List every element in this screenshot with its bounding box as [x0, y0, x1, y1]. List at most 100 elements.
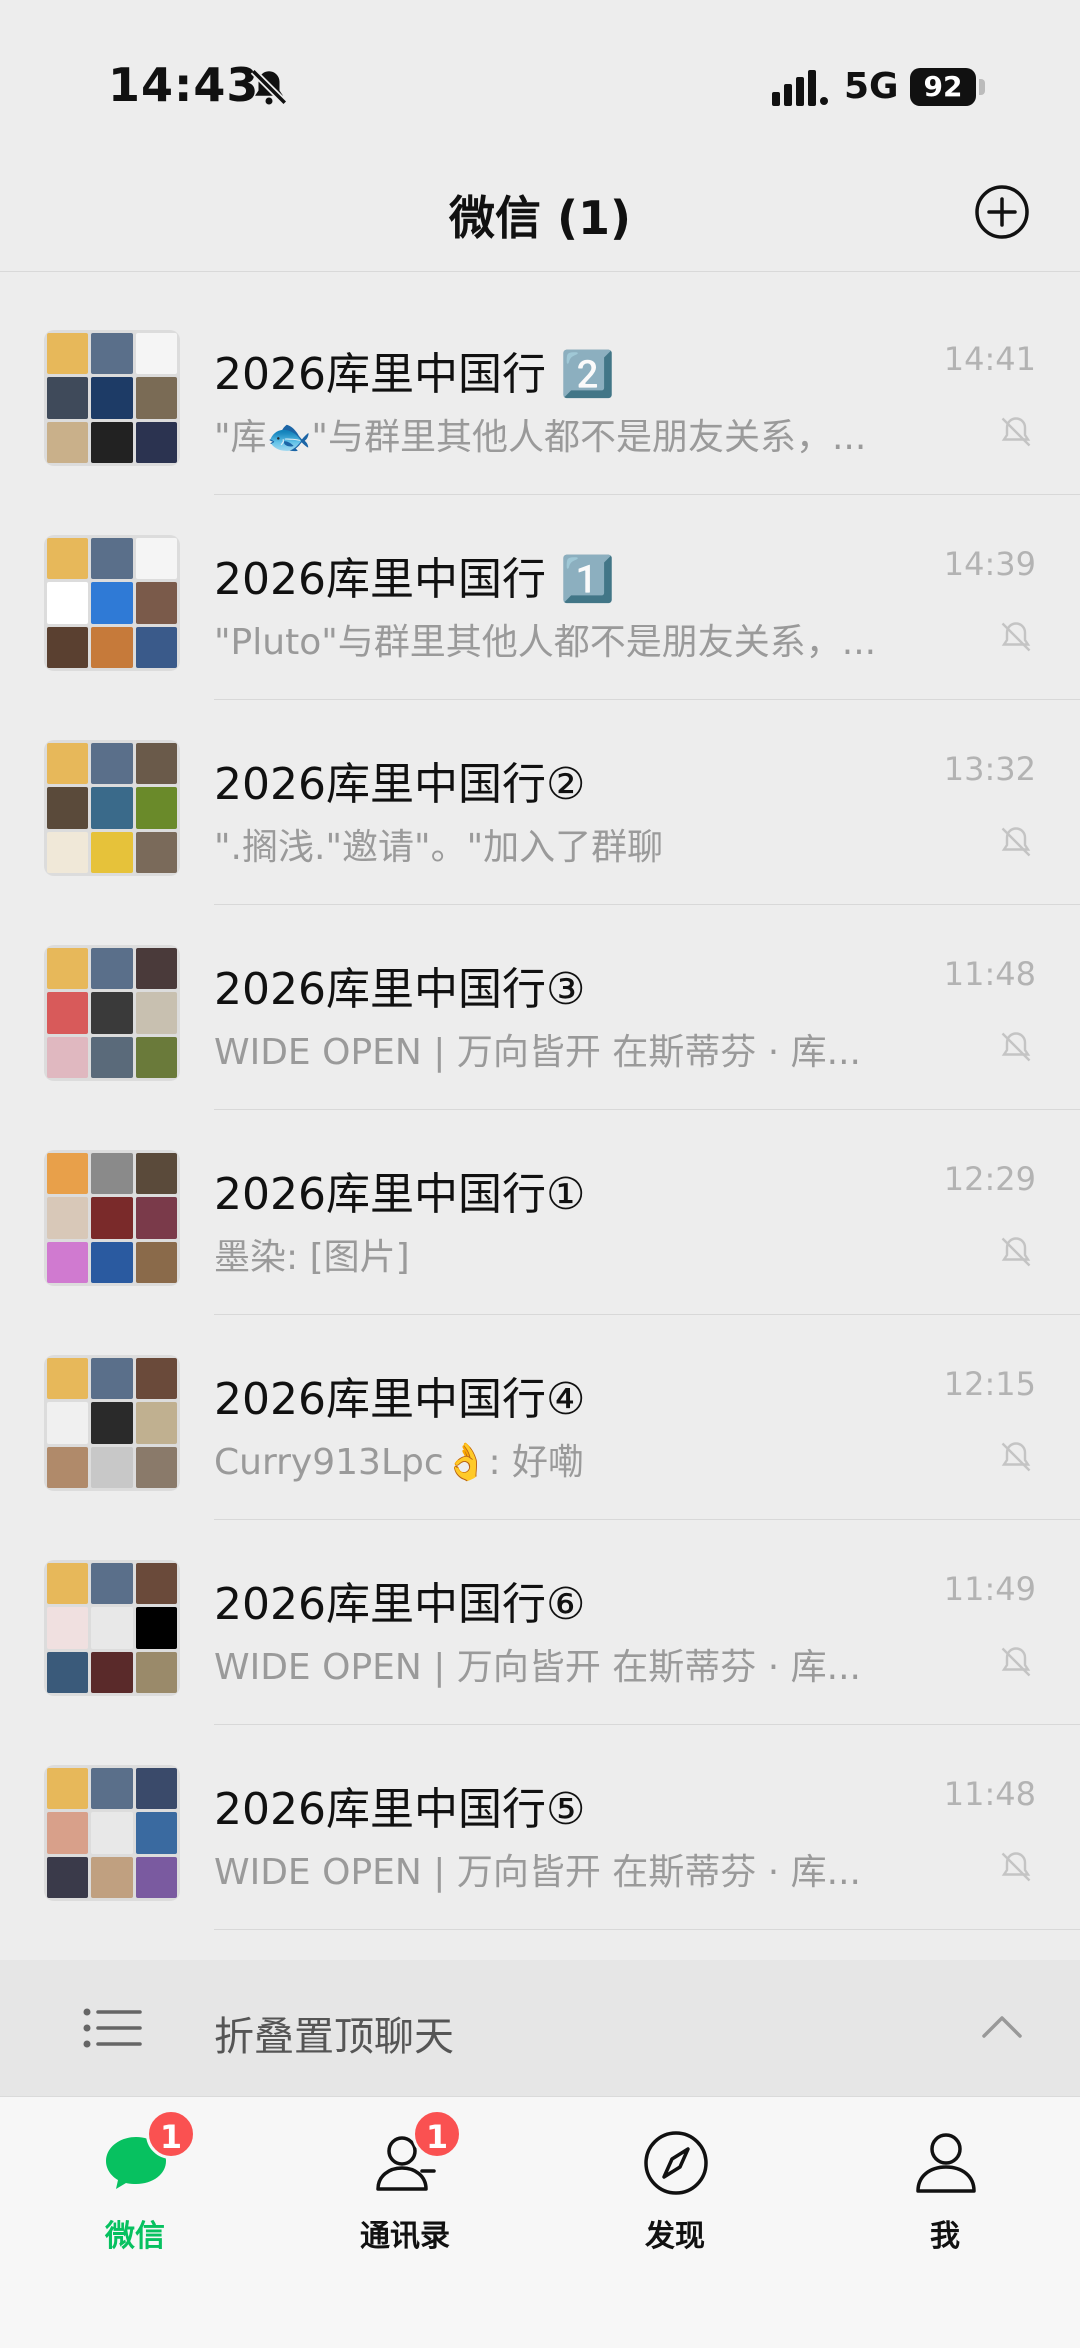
chat-row[interactable]: 2026库里中国行④ Curry913Lpc👌: 好嘞 12:15 — [0, 1315, 1080, 1520]
avatar-tile — [47, 1651, 89, 1693]
tab-me[interactable]: 我 — [810, 2097, 1080, 2297]
avatar-tile — [91, 1563, 133, 1605]
chat-preview: "Pluto"与群里其他人都不是朋友关系，... — [214, 622, 877, 663]
chat-name: 2026库里中国行② — [214, 759, 586, 810]
avatar-tile — [91, 1197, 133, 1239]
avatar-tile — [47, 831, 89, 873]
chat-row[interactable]: 2026库里中国行 1️⃣ "Pluto"与群里其他人都不是朋友关系，... 1… — [0, 495, 1080, 700]
tab-label: 发现 — [645, 2219, 705, 2254]
chat-time: 14:39 — [943, 545, 1036, 583]
status-bar: 14:43 5G 92 — [0, 0, 1080, 150]
avatar-tile — [47, 992, 89, 1034]
avatar-tile — [135, 1036, 177, 1078]
folded-pinned-label: 折叠置顶聊天 — [214, 2014, 454, 2060]
avatar-tile — [47, 421, 89, 463]
compass-icon — [644, 2131, 708, 2195]
chat-name: 2026库里中国行⑥ — [214, 1579, 586, 1630]
group-avatar — [44, 740, 180, 876]
avatar-tile — [91, 421, 133, 463]
tab-bar: 1 微信 1 通讯录 发现 我 — [0, 2096, 1080, 2348]
avatar-tile — [91, 377, 133, 419]
avatar-tile — [91, 1651, 133, 1693]
chat-list: 2026库里中国行 2️⃣ "库🐟"与群里其他人都不是朋友关系，... 14:4… — [0, 290, 1080, 1930]
group-avatar — [44, 1355, 180, 1491]
avatar-tile — [135, 1402, 177, 1444]
mute-bell-icon — [1001, 1442, 1031, 1472]
avatar-tile — [91, 1402, 133, 1444]
avatar-tile — [47, 582, 89, 624]
chat-preview: WIDE OPEN | 万向皆开 在斯蒂芬 · 库... — [214, 1852, 861, 1893]
avatar-tile — [91, 538, 133, 580]
avatar-tile — [135, 831, 177, 873]
mute-bell-icon — [1001, 1237, 1031, 1267]
network-label: 5G — [844, 66, 899, 107]
mute-bell-icon — [1001, 827, 1031, 857]
chevron-up-icon[interactable] — [980, 2010, 1024, 2042]
avatar-tile — [91, 1036, 133, 1078]
mute-bell-icon — [1001, 1032, 1031, 1062]
avatar-tile — [47, 1358, 89, 1400]
avatar-tile — [91, 1153, 133, 1195]
avatar-tile — [91, 948, 133, 990]
avatar-tile — [135, 1563, 177, 1605]
chat-time: 11:48 — [943, 955, 1036, 993]
avatar-tile — [135, 1651, 177, 1693]
avatar-tile — [47, 1563, 89, 1605]
battery-tip — [979, 79, 985, 95]
chat-time: 12:15 — [943, 1365, 1036, 1403]
folded-pinned-chats[interactable]: 折叠置顶聊天 — [0, 1960, 1080, 2096]
add-plus-icon[interactable] — [974, 184, 1030, 240]
avatar-tile — [135, 743, 177, 785]
page-title: 微信 (1) — [448, 191, 632, 245]
group-avatar — [44, 330, 180, 466]
chat-time: 13:32 — [943, 750, 1036, 788]
chat-name: 2026库里中国行④ — [214, 1374, 586, 1425]
avatar-tile — [91, 1768, 133, 1810]
chat-row[interactable]: 2026库里中国行⑤ WIDE OPEN | 万向皆开 在斯蒂芬 · 库... … — [0, 1725, 1080, 1930]
chat-preview: ".搁浅."邀请"。"加入了群聊 — [214, 827, 664, 868]
signal-icon — [772, 70, 828, 106]
battery-indicator: 92 — [910, 68, 976, 106]
avatar-tile — [47, 626, 89, 668]
chat-time: 11:48 — [943, 1775, 1036, 1813]
chat-row[interactable]: 2026库里中国行⑥ WIDE OPEN | 万向皆开 在斯蒂芬 · 库... … — [0, 1520, 1080, 1725]
avatar-tile — [135, 538, 177, 580]
avatar-tile — [135, 1358, 177, 1400]
avatar-tile — [135, 1812, 177, 1854]
mute-bell-icon — [1001, 622, 1031, 652]
status-time: 14:43 — [108, 58, 260, 112]
avatar-tile — [47, 1856, 89, 1898]
tab-chats[interactable]: 1 微信 — [0, 2097, 270, 2297]
chat-row[interactable]: 2026库里中国行③ WIDE OPEN | 万向皆开 在斯蒂芬 · 库... … — [0, 905, 1080, 1110]
avatar-tile — [91, 992, 133, 1034]
chat-preview: Curry913Lpc👌: 好嘞 — [214, 1442, 585, 1483]
avatar-tile — [135, 333, 177, 375]
tab-contacts[interactable]: 1 通讯录 — [270, 2097, 540, 2297]
avatar-tile — [91, 1358, 133, 1400]
chat-row[interactable]: 2026库里中国行 2️⃣ "库🐟"与群里其他人都不是朋友关系，... 14:4… — [0, 290, 1080, 495]
chat-time: 14:41 — [943, 340, 1036, 378]
avatar-tile — [91, 333, 133, 375]
bell-off-icon — [250, 68, 288, 106]
avatar-tile — [47, 1153, 89, 1195]
avatar-tile — [135, 1153, 177, 1195]
person-icon — [916, 2133, 976, 2193]
chat-preview: WIDE OPEN | 万向皆开 在斯蒂芬 · 库... — [214, 1032, 861, 1073]
group-avatar — [44, 1560, 180, 1696]
chat-row[interactable]: 2026库里中国行① 墨染: [图片] 12:29 — [0, 1110, 1080, 1315]
tab-discover[interactable]: 发现 — [540, 2097, 810, 2297]
avatar-tile — [135, 582, 177, 624]
avatar-tile — [135, 626, 177, 668]
avatar-tile — [47, 948, 89, 990]
avatar-tile — [91, 1241, 133, 1283]
avatar-tile — [91, 626, 133, 668]
chat-row[interactable]: 2026库里中国行② ".搁浅."邀请"。"加入了群聊 13:32 — [0, 700, 1080, 905]
avatar-tile — [47, 1402, 89, 1444]
row-divider — [214, 1929, 1080, 1930]
group-avatar — [44, 535, 180, 671]
avatar-tile — [47, 787, 89, 829]
group-avatar — [44, 945, 180, 1081]
avatar-tile — [91, 743, 133, 785]
avatar-tile — [47, 1446, 89, 1488]
chat-name: 2026库里中国行③ — [214, 964, 586, 1015]
